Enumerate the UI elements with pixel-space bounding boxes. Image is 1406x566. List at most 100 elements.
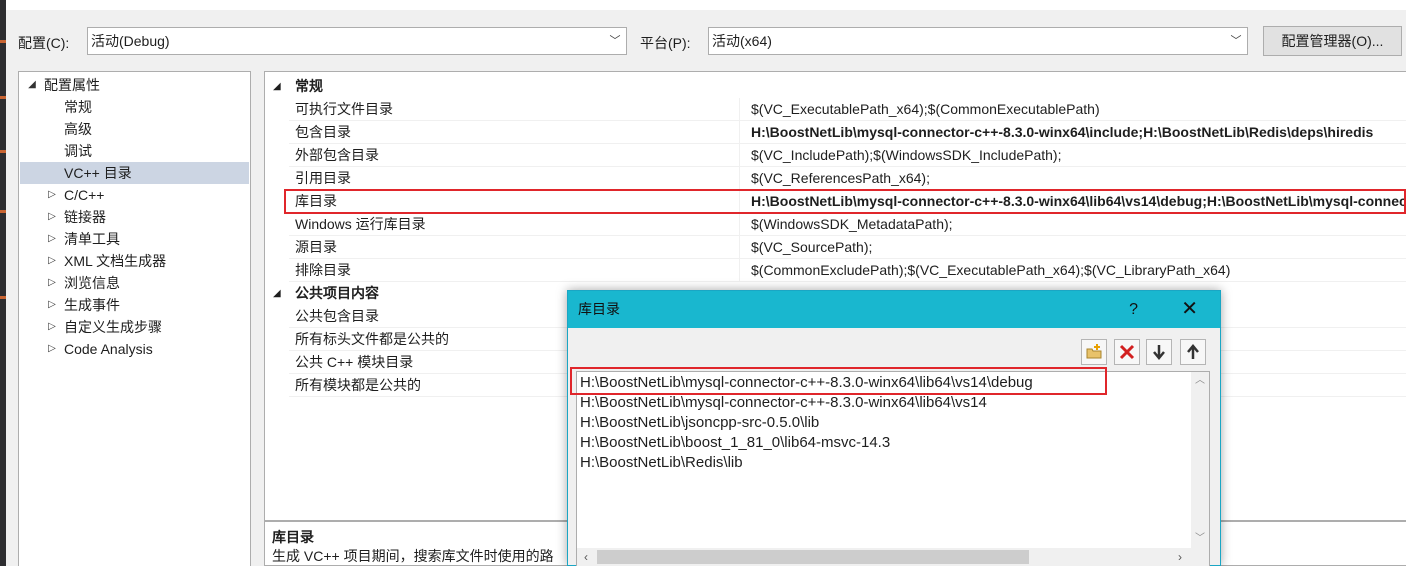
tree-item-build-events[interactable]: ▷ 生成事件 (20, 294, 249, 316)
property-row-external-include-dirs[interactable]: 外部包含目录 $(VC_IncludePath);$(WindowsSDK_Inc… (289, 144, 1406, 167)
platform-combo-value: 活动(x64) (712, 33, 772, 49)
tree-item-label: 自定义生成步骤 (64, 319, 162, 335)
property-value[interactable]: H:\BoostNetLib\mysql-connector-c++-8.3.0… (751, 190, 1406, 212)
tree-item-config-properties[interactable]: ◢ 配置属性 (20, 74, 249, 96)
config-manager-button[interactable]: 配置管理器(O)... (1263, 26, 1402, 56)
property-value[interactable]: $(VC_ExecutablePath_x64);$(CommonExecuta… (751, 98, 1406, 120)
list-item[interactable]: H:\BoostNetLib\jsoncpp-src-0.5.0\lib (580, 413, 819, 433)
move-down-icon (1153, 345, 1165, 360)
config-combo[interactable]: 活动(Debug) ﹀ (87, 27, 627, 55)
expand-arrow-icon[interactable]: ▷ (46, 316, 58, 338)
dialog-title-bar[interactable]: 库目录 ? ✕ (568, 291, 1220, 328)
chevron-down-icon[interactable]: ﹀ (604, 28, 626, 54)
scroll-up-icon[interactable]: ︿ (1191, 372, 1209, 390)
expand-arrow-icon[interactable]: ▷ (46, 184, 58, 206)
property-name: 库目录 (295, 193, 337, 209)
collapse-arrow-icon[interactable]: ◢ (273, 75, 281, 98)
tree-item-label: Code Analysis (64, 341, 153, 357)
path-list[interactable]: H:\BoostNetLib\mysql-connector-c++-8.3.0… (576, 371, 1210, 566)
expand-arrow-icon[interactable]: ▷ (46, 206, 58, 228)
expand-arrow-icon[interactable]: ◢ (26, 74, 38, 96)
config-combo-value: 活动(Debug) (91, 33, 170, 49)
tree-item-label: 调试 (64, 143, 92, 159)
tree-item-linker[interactable]: ▷ 链接器 (20, 206, 249, 228)
library-dirs-dialog[interactable]: 库目录 ? ✕ H:\BoostNetLib\mysql-connector-c… (567, 290, 1221, 566)
move-up-button[interactable] (1180, 339, 1206, 365)
expand-arrow-icon[interactable]: ▷ (46, 338, 58, 360)
category-label: 公共项目内容 (295, 285, 379, 301)
property-row-source-dirs[interactable]: 源目录 $(VC_SourcePath); (289, 236, 1406, 259)
list-item[interactable]: H:\BoostNetLib\boost_1_81_0\lib64-msvc-1… (580, 433, 890, 453)
property-name: 公共包含目录 (295, 308, 379, 324)
list-item[interactable]: H:\BoostNetLib\Redis\lib (580, 453, 743, 473)
tree-item-custom-build-step[interactable]: ▷ 自定义生成步骤 (20, 316, 249, 338)
new-line-button[interactable] (1081, 339, 1107, 365)
expand-arrow-icon[interactable]: ▷ (46, 294, 58, 316)
property-value[interactable]: $(CommonExcludePath);$(VC_ExecutablePath… (751, 259, 1406, 281)
tree-item-browse-info[interactable]: ▷ 浏览信息 (20, 272, 249, 294)
property-row-exclude-dirs[interactable]: 排除目录 $(CommonExcludePath);$(VC_Executable… (289, 259, 1406, 282)
tree-item-label: XML 文档生成器 (64, 253, 167, 269)
property-value[interactable]: $(VC_ReferencesPath_x64); (751, 167, 1406, 189)
tree-item-code-analysis[interactable]: ▷ Code Analysis (20, 338, 249, 360)
scroll-down-icon[interactable]: ﹀ (1191, 530, 1209, 548)
tree-item-debugging[interactable]: 调试 (20, 140, 249, 162)
tree-item-label: 清单工具 (64, 231, 120, 247)
property-name: 所有模块都是公共的 (295, 377, 421, 393)
list-item[interactable]: H:\BoostNetLib\mysql-connector-c++-8.3.0… (580, 373, 1033, 393)
property-value[interactable]: H:\BoostNetLib\mysql-connector-c++-8.3.0… (751, 121, 1406, 143)
top-band (6, 0, 1406, 10)
tree-item-label: C/C++ (64, 187, 105, 203)
scrollbar-thumb[interactable] (597, 550, 1029, 564)
property-name: 排除目录 (295, 262, 351, 278)
delete-button[interactable] (1114, 339, 1140, 365)
property-row-reference-dirs[interactable]: 引用目录 $(VC_ReferencesPath_x64); (289, 167, 1406, 190)
chevron-down-icon[interactable]: ﹀ (1225, 28, 1247, 54)
property-value[interactable]: $(VC_SourcePath); (751, 236, 1406, 258)
list-item[interactable]: H:\BoostNetLib\mysql-connector-c++-8.3.0… (580, 393, 987, 413)
tree-item-label: 浏览信息 (64, 275, 120, 291)
horizontal-scrollbar[interactable]: ‹ › (577, 548, 1209, 566)
config-label: 配置(C): (18, 35, 70, 51)
property-name: 源目录 (295, 239, 337, 255)
help-icon[interactable]: ? (1129, 291, 1138, 328)
tree-item-label: VC++ 目录 (64, 165, 132, 181)
tree-item-advanced[interactable]: 高级 (20, 118, 249, 140)
expand-arrow-icon[interactable]: ▷ (46, 250, 58, 272)
expand-arrow-icon[interactable]: ▷ (46, 228, 58, 250)
category-general[interactable]: ◢ 常规 (265, 75, 1406, 98)
tree-item-label: 生成事件 (64, 297, 120, 313)
property-row-library-dirs[interactable]: 库目录 H:\BoostNetLib\mysql-connector-c++-8.… (289, 190, 1406, 213)
tree-item-xml-doc-generator[interactable]: ▷ XML 文档生成器 (20, 250, 249, 272)
tree-item-c-cpp[interactable]: ▷ C/C++ (20, 184, 249, 206)
property-tree[interactable]: ◢ 配置属性 常规 高级 调试 VC++ 目录 ▷ C/C++ ▷ 链接器 ▷ 清单工… (18, 71, 251, 566)
property-row-include-dirs[interactable]: 包含目录 H:\BoostNetLib\mysql-connector-c++-8… (289, 121, 1406, 144)
move-down-button[interactable] (1146, 339, 1172, 365)
tree-item-label: 配置属性 (44, 77, 100, 93)
collapse-arrow-icon[interactable]: ◢ (273, 282, 281, 305)
scroll-left-icon[interactable]: ‹ (577, 548, 595, 566)
tree-item-general[interactable]: 常规 (20, 96, 249, 118)
platform-label: 平台(P): (640, 35, 691, 51)
category-label: 常规 (295, 78, 323, 94)
platform-combo[interactable]: 活动(x64) ﹀ (708, 27, 1248, 55)
property-row-executable-dirs[interactable]: 可执行文件目录 $(VC_ExecutablePath_x64);$(Common… (289, 98, 1406, 121)
close-icon[interactable]: ✕ (1181, 291, 1198, 328)
tree-item-vc-directories[interactable]: VC++ 目录 (20, 162, 249, 184)
property-name: 引用目录 (295, 170, 351, 186)
tree-item-manifest-tool[interactable]: ▷ 清单工具 (20, 228, 249, 250)
property-name: 公共 C++ 模块目录 (295, 354, 414, 370)
dialog-title: 库目录 (578, 301, 620, 317)
background-window-strip (0, 0, 6, 566)
property-row-winrt-dirs[interactable]: Windows 运行库目录 $(WindowsSDK_MetadataPath); (289, 213, 1406, 236)
delete-icon (1119, 344, 1135, 360)
scroll-right-icon[interactable]: › (1171, 548, 1189, 566)
expand-arrow-icon[interactable]: ▷ (46, 272, 58, 294)
tree-item-label: 高级 (64, 121, 92, 137)
tree-item-label: 链接器 (64, 209, 106, 225)
property-name: 所有标头文件都是公共的 (295, 331, 449, 347)
property-value[interactable]: $(VC_IncludePath);$(WindowsSDK_IncludePa… (751, 144, 1406, 166)
new-line-icon (1086, 344, 1102, 359)
vertical-scrollbar[interactable]: ︿ ﹀ (1191, 372, 1209, 548)
property-value[interactable]: $(WindowsSDK_MetadataPath); (751, 213, 1406, 235)
